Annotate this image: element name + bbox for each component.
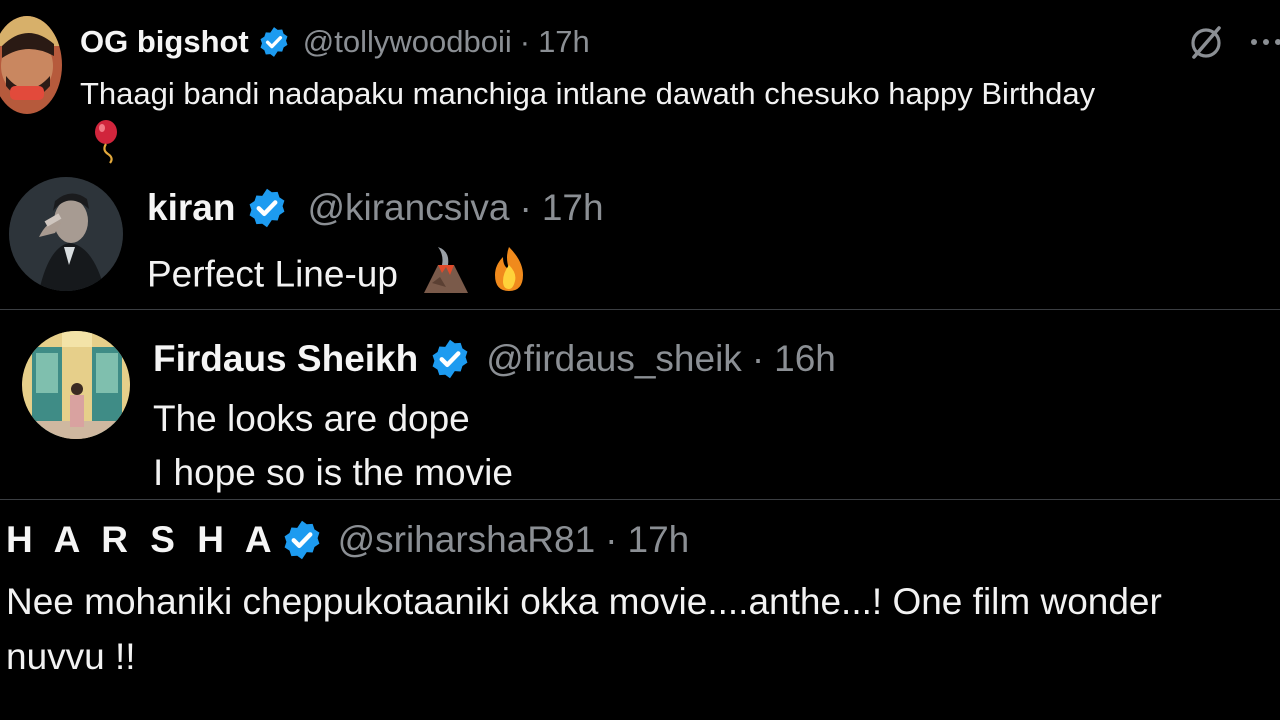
handle[interactable]: @tollywoodboii [303, 24, 512, 60]
timestamp[interactable]: 17h [538, 24, 590, 60]
handle[interactable]: @sriharshaR81 [338, 519, 596, 561]
display-name[interactable]: kiran [147, 187, 235, 229]
tweet-header: OG bigshot @tollywoodboii · 17h [80, 20, 590, 64]
verified-badge-icon [280, 518, 324, 562]
avatar[interactable] [0, 16, 62, 114]
handle[interactable]: @firdaus_sheik [486, 338, 742, 380]
separator: · [519, 187, 532, 228]
volcano-icon [420, 243, 472, 310]
timestamp[interactable]: 17h [628, 519, 690, 561]
timestamp[interactable]: 17h [542, 187, 604, 229]
tweet-line: I hope so is the movie [153, 452, 513, 493]
display-name[interactable]: H A R S H A [6, 519, 278, 561]
verified-badge-icon [245, 186, 289, 230]
more-icon[interactable] [1246, 22, 1280, 67]
reply-thread: OG bigshot @tollywoodboii · 17h Thaagi b… [0, 0, 1280, 720]
balloon-icon [92, 120, 122, 169]
divider [0, 309, 1280, 310]
tweet-header: Firdaus Sheikh @firdaus_sheik · 16h [153, 335, 836, 383]
verified-badge-icon [257, 25, 291, 59]
tweet-line: nuvvu !! [6, 636, 136, 677]
separator: · [605, 519, 618, 560]
grok-icon[interactable] [1186, 22, 1226, 67]
tweet-header: kiran @kirancsiva · 17h [147, 184, 604, 232]
tweet-line: Nee mohaniki cheppukotaaniki okka movie.… [6, 581, 1162, 622]
tweet-text: The looks are dope I hope so is the movi… [153, 392, 513, 500]
divider [0, 499, 1280, 500]
tweet-line: The looks are dope [153, 398, 470, 439]
verified-badge-icon [428, 337, 472, 381]
display-name[interactable]: OG bigshot [80, 24, 249, 60]
separator: · [751, 338, 765, 379]
fire-icon [483, 243, 535, 310]
avatar[interactable] [9, 177, 123, 291]
tweet-header: H A R S H A @sriharshaR81 · 17h [6, 517, 689, 563]
tweet-text: Thaagi bandi nadapaku manchiga intlane d… [80, 74, 1095, 114]
separator: · [519, 24, 531, 59]
handle[interactable]: @kirancsiva [307, 187, 509, 229]
tweet-line: Thaagi bandi nadapaku manchiga intlane d… [80, 76, 1096, 111]
tweet-actions [1186, 22, 1280, 67]
tweet-text: Perfect Line-up [147, 243, 535, 310]
tweet-text: Nee mohaniki cheppukotaaniki okka movie.… [6, 574, 1162, 684]
display-name[interactable]: Firdaus Sheikh [153, 338, 418, 380]
avatar[interactable] [22, 331, 130, 439]
timestamp[interactable]: 16h [774, 338, 836, 380]
tweet-line: Perfect Line-up [147, 253, 398, 295]
